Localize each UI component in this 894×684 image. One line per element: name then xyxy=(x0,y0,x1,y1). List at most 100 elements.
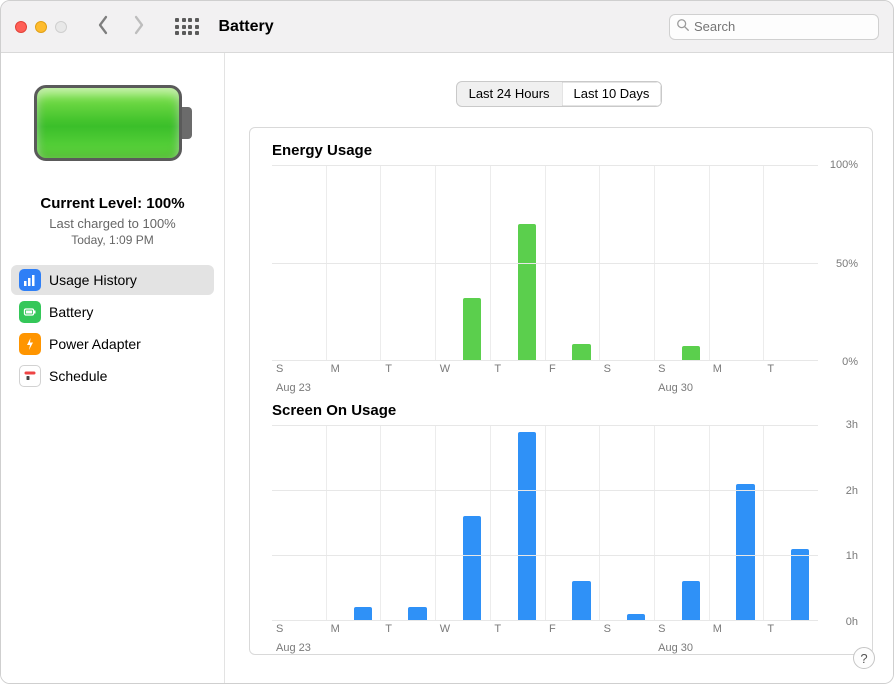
y-tick-label: 0h xyxy=(846,616,858,628)
battery-icon xyxy=(19,301,41,323)
x-sub-label xyxy=(327,642,382,654)
help-icon: ? xyxy=(860,651,867,666)
chart-day-column xyxy=(327,425,382,620)
y-tick-label: 3h xyxy=(846,419,858,431)
chart-day-column xyxy=(272,425,327,620)
titlebar: Battery xyxy=(1,1,893,53)
sidebar-item-power-adapter[interactable]: Power Adapter xyxy=(11,329,214,359)
x-tick-label: W xyxy=(436,361,491,380)
x-tick-label: S xyxy=(272,621,327,640)
x-sub-label: Aug 30 xyxy=(654,642,709,654)
window: Battery Current Level: 100% Last charged xyxy=(0,0,894,684)
forward-button[interactable] xyxy=(131,15,147,38)
x-sub-label: Aug 23 xyxy=(272,382,327,394)
x-sub-label xyxy=(381,642,436,654)
x-tick-label: W xyxy=(436,621,491,640)
minimize-window-button[interactable] xyxy=(35,21,47,33)
x-tick-label: M xyxy=(327,361,382,380)
chart-day-column xyxy=(546,425,601,620)
chart-day-column xyxy=(764,425,818,620)
x-tick-label: S xyxy=(600,621,655,640)
x-sub-label xyxy=(600,382,655,394)
chart-bar xyxy=(518,432,536,621)
sidebar-item-battery[interactable]: Battery xyxy=(11,297,214,327)
x-sub-label: Aug 23 xyxy=(272,642,327,654)
x-tick-label: S xyxy=(654,621,709,640)
chart-bar xyxy=(354,607,372,620)
x-sub-label xyxy=(490,642,545,654)
chart-bar xyxy=(518,224,536,361)
battery-level-block: Current Level: 100% Last charged to 100%… xyxy=(11,195,214,247)
y-tick-label: 100% xyxy=(830,159,858,171)
x-sub-label xyxy=(763,642,818,654)
sidebar-item-usage-history[interactable]: Usage History xyxy=(11,265,214,295)
x-sub-label xyxy=(709,382,764,394)
chart-day-column xyxy=(436,425,491,620)
screen-on-usage-chart: Screen On Usage 3h2h1h0h SMTWTFSSMT Aug … xyxy=(272,402,858,640)
sidebar: Current Level: 100% Last charged to 100%… xyxy=(1,53,225,683)
x-sub-label xyxy=(436,382,491,394)
y-tick-label: 50% xyxy=(836,258,858,270)
last-charged-time: Today, 1:09 PM xyxy=(11,233,214,247)
x-tick-label: T xyxy=(490,361,545,380)
help-button[interactable]: ? xyxy=(853,647,875,669)
x-tick-label: M xyxy=(709,621,764,640)
show-all-prefs-button[interactable] xyxy=(175,18,199,35)
search-input[interactable] xyxy=(694,19,872,34)
x-tick-label: M xyxy=(709,361,764,380)
y-tick-label: 0% xyxy=(842,356,858,368)
x-tick-label: F xyxy=(545,621,600,640)
x-tick-label: T xyxy=(490,621,545,640)
segment-last-10-days[interactable]: Last 10 Days xyxy=(562,82,662,106)
x-sub-label xyxy=(709,642,764,654)
x-tick-label: S xyxy=(272,361,327,380)
battery-hero-icon xyxy=(11,85,214,161)
chart-bar xyxy=(463,516,481,620)
x-tick-label: T xyxy=(381,361,436,380)
schedule-icon xyxy=(19,365,41,387)
segment-last-24-hours[interactable]: Last 24 Hours xyxy=(457,82,562,106)
usage-history-icon xyxy=(19,269,41,291)
close-window-button[interactable] xyxy=(15,21,27,33)
screen-plot: 3h2h1h0h SMTWTFSSMT Aug 23Aug 30 xyxy=(272,425,858,640)
x-sub-label xyxy=(545,382,600,394)
back-button[interactable] xyxy=(95,15,111,38)
x-tick-label: F xyxy=(545,361,600,380)
x-tick-label: M xyxy=(327,621,382,640)
maximize-window-button[interactable] xyxy=(55,21,67,33)
nav-arrows xyxy=(95,15,147,38)
chart-day-column xyxy=(600,425,655,620)
sidebar-item-label: Power Adapter xyxy=(49,336,141,352)
current-level-label: Current Level: 100% xyxy=(11,195,214,212)
chart-bar xyxy=(682,581,700,620)
main-content: Last 24 Hours Last 10 Days Energy Usage … xyxy=(225,53,893,683)
y-tick-label: 1h xyxy=(846,550,858,562)
chart-title: Energy Usage xyxy=(272,142,858,159)
chart-bar xyxy=(408,607,426,620)
sidebar-list: Usage History Battery Power Adapter xyxy=(11,265,214,391)
x-sub-label: Aug 30 xyxy=(654,382,709,394)
x-sub-label xyxy=(545,642,600,654)
window-controls xyxy=(15,21,67,33)
chart-bar xyxy=(572,344,590,360)
chart-day-column xyxy=(491,425,546,620)
x-sub-label xyxy=(490,382,545,394)
chart-day-column xyxy=(710,425,765,620)
x-tick-label: T xyxy=(381,621,436,640)
charts-panel: Energy Usage 100%50%0% SMTWTFSSMT Aug 23… xyxy=(249,127,873,655)
chart-title: Screen On Usage xyxy=(272,402,858,419)
chart-bar xyxy=(736,484,754,621)
search-icon xyxy=(676,18,694,35)
x-tick-label: T xyxy=(763,621,818,640)
y-tick-label: 2h xyxy=(846,485,858,497)
chart-bar xyxy=(463,298,481,360)
chart-bar xyxy=(572,581,590,620)
x-tick-label: S xyxy=(654,361,709,380)
sidebar-item-schedule[interactable]: Schedule xyxy=(11,361,214,391)
search-field[interactable] xyxy=(669,14,879,40)
last-charged-label: Last charged to 100% xyxy=(11,216,214,231)
chart-day-column xyxy=(655,425,710,620)
energy-plot: 100%50%0% SMTWTFSSMT Aug 23Aug 30 xyxy=(272,165,858,380)
chart-bar xyxy=(791,549,809,621)
sidebar-item-label: Schedule xyxy=(49,368,107,384)
